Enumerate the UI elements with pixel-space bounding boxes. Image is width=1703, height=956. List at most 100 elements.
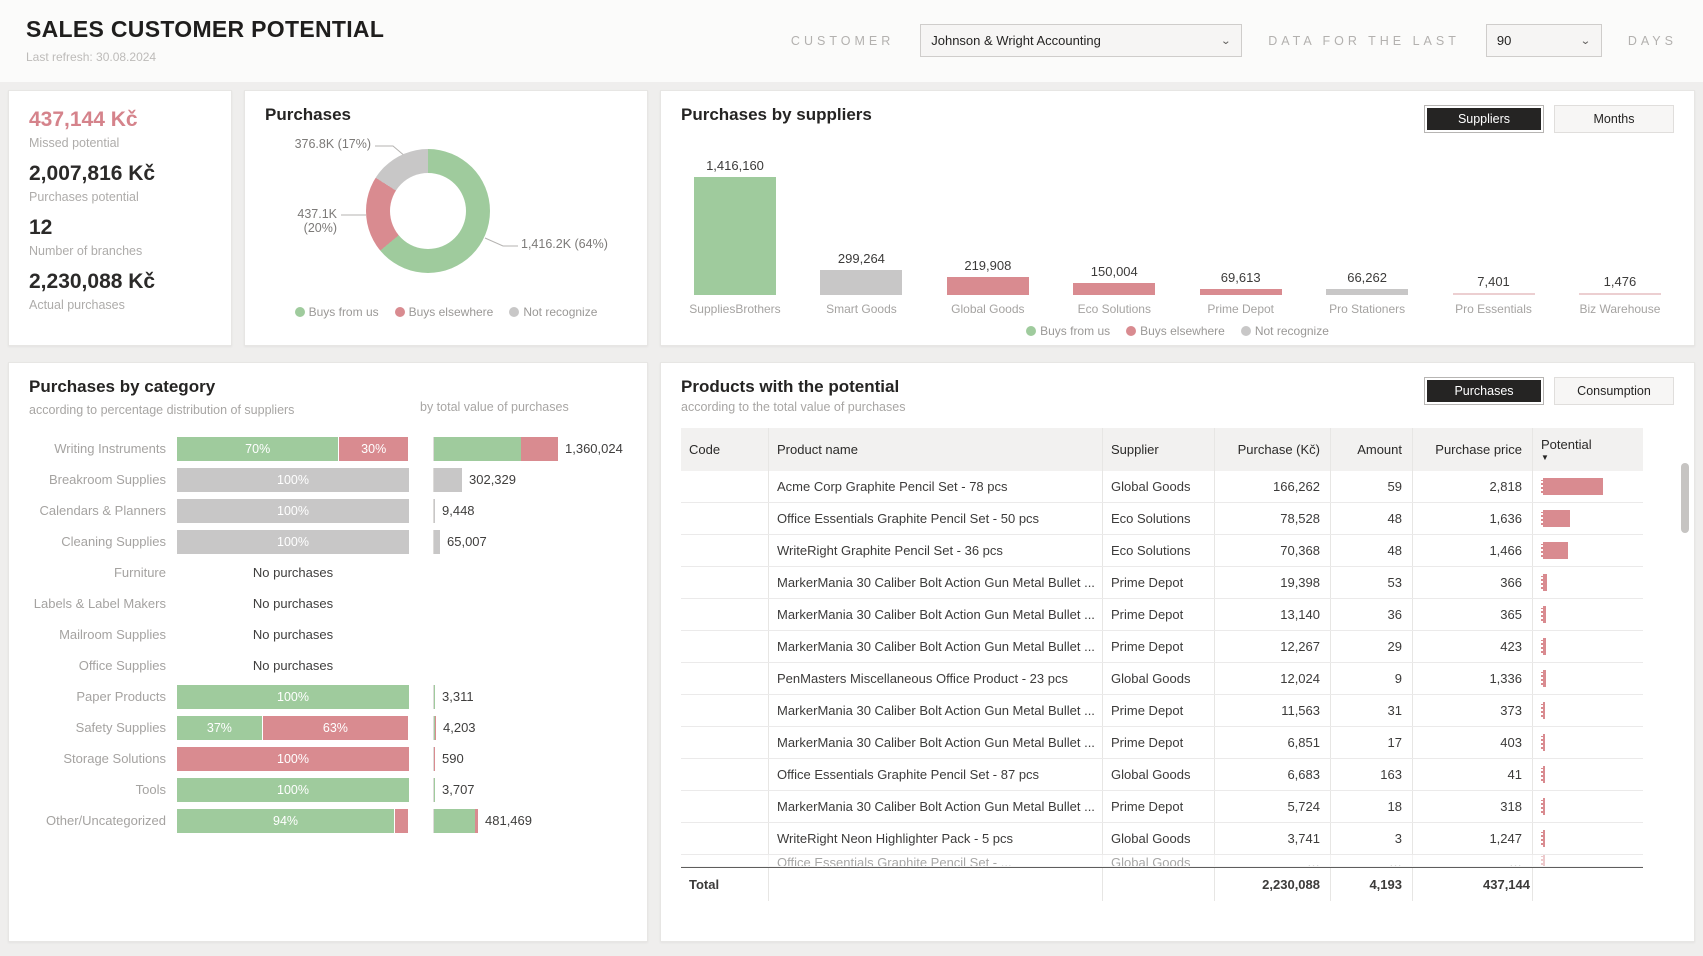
value-bar-segment-gray[interactable] bbox=[434, 499, 435, 523]
column-header-product-name[interactable]: Product name bbox=[769, 428, 1103, 471]
purchase-cell: 13,140 bbox=[1215, 599, 1331, 630]
column-header-supplier[interactable]: Supplier bbox=[1103, 428, 1215, 471]
column-header-amount[interactable]: Amount bbox=[1331, 428, 1413, 471]
percent-segment-gray[interactable]: 100% bbox=[177, 530, 409, 554]
column-header-potential[interactable]: Potential▼ bbox=[1533, 428, 1643, 471]
value-bar-segment-red[interactable] bbox=[434, 747, 435, 771]
potential-bar[interactable] bbox=[1541, 855, 1545, 867]
potential-bar[interactable] bbox=[1541, 574, 1547, 591]
percent-segment-green[interactable]: 100% bbox=[177, 685, 409, 709]
product-name-cell: Office Essentials Graphite Pencil Set - … bbox=[769, 759, 1103, 790]
value-bar-segment-green[interactable] bbox=[434, 809, 475, 833]
price-cell: 41 bbox=[1413, 759, 1533, 790]
legend-label: Buys from us bbox=[309, 305, 379, 319]
products-table-row[interactable]: MarkerMania 30 Caliber Bolt Action Gun M… bbox=[681, 631, 1643, 663]
product-name-cell: MarkerMania 30 Caliber Bolt Action Gun M… bbox=[769, 727, 1103, 758]
products-table-row[interactable]: Acme Corp Graphite Pencil Set - 78 pcsGl… bbox=[681, 471, 1643, 503]
supplier-bar-prime-depot[interactable] bbox=[1200, 289, 1282, 295]
products-table-row[interactable]: Office Essentials Graphite Pencil Set - … bbox=[681, 503, 1643, 535]
products-table-row-clipped[interactable]: Office Essentials Graphite Pencil Set - … bbox=[681, 855, 1643, 867]
legend-item-buys-from-us[interactable]: Buys from us bbox=[295, 305, 379, 319]
column-header-code[interactable]: Code bbox=[681, 428, 769, 471]
products-scrollbar-track[interactable] bbox=[1681, 459, 1689, 923]
value-bar-segment-green[interactable] bbox=[434, 778, 435, 802]
category-label: Calendars & Planners bbox=[29, 503, 177, 518]
products-scrollbar-thumb[interactable] bbox=[1681, 463, 1689, 533]
potential-bar[interactable] bbox=[1541, 830, 1545, 847]
supplier-bar-smart-goods[interactable] bbox=[820, 270, 902, 295]
products-table-row[interactable]: Office Essentials Graphite Pencil Set - … bbox=[681, 759, 1643, 791]
category-percent-bar: 100% bbox=[177, 747, 409, 771]
suppliers-toggle-button-months[interactable]: Months bbox=[1554, 105, 1674, 133]
purchases-donut-chart[interactable] bbox=[366, 149, 490, 273]
potential-bar[interactable] bbox=[1541, 542, 1568, 559]
amount-cell: 53 bbox=[1331, 567, 1413, 598]
percent-segment-gray[interactable]: 100% bbox=[177, 499, 409, 523]
value-bar-segment-green[interactable] bbox=[434, 685, 435, 709]
potential-cell bbox=[1533, 567, 1643, 598]
supplier-bar-pro-stationers[interactable] bbox=[1326, 289, 1408, 295]
suppliers-legend: Buys from us Buys elsewhere Not recognize bbox=[681, 324, 1674, 338]
percent-segment-red[interactable]: 100% bbox=[177, 747, 409, 771]
column-header-purchase-k-[interactable]: Purchase (Kč) bbox=[1215, 428, 1331, 471]
legend-item-buys-from-us[interactable]: Buys from us bbox=[1026, 324, 1110, 338]
value-bar-segment-gray[interactable] bbox=[434, 530, 440, 554]
product-name-cell: MarkerMania 30 Caliber Bolt Action Gun M… bbox=[769, 695, 1103, 726]
supplier-bar-global-goods[interactable] bbox=[947, 277, 1029, 295]
supplier-bar-biz-warehouse[interactable] bbox=[1579, 293, 1661, 295]
amount-cell: 29 bbox=[1331, 631, 1413, 662]
percent-segment-red[interactable]: 63% bbox=[263, 716, 408, 740]
products-toggle-button-purchases[interactable]: Purchases bbox=[1424, 377, 1544, 405]
product-name-cell: Office Essentials Graphite Pencil Set - … bbox=[769, 855, 1103, 867]
potential-bar[interactable] bbox=[1541, 478, 1603, 495]
value-bar-segment-green[interactable] bbox=[434, 437, 521, 461]
legend-item-not-recognize[interactable]: Not recognize bbox=[509, 305, 597, 319]
potential-bar[interactable] bbox=[1541, 510, 1570, 527]
suppliers-card: Purchases by suppliers SuppliersMonths 1… bbox=[660, 90, 1695, 346]
column-header-purchase-price[interactable]: Purchase price bbox=[1413, 428, 1533, 471]
products-table-row[interactable]: MarkerMania 30 Caliber Bolt Action Gun M… bbox=[681, 791, 1643, 823]
category-value-label: 1,360,024 bbox=[565, 441, 623, 456]
price-cell: 373 bbox=[1413, 695, 1533, 726]
legend-item-not-recognize[interactable]: Not recognize bbox=[1241, 324, 1329, 338]
products-table-row[interactable]: WriteRight Neon Highlighter Pack - 5 pcs… bbox=[681, 823, 1643, 855]
percent-segment-red[interactable] bbox=[395, 809, 408, 833]
percent-segment-gray[interactable]: 100% bbox=[177, 468, 409, 492]
supplier-bar-suppliesbrothers[interactable] bbox=[694, 177, 776, 295]
percent-segment-red[interactable]: 30% bbox=[339, 437, 408, 461]
percent-segment-green[interactable]: 70% bbox=[177, 437, 338, 461]
potential-bar[interactable] bbox=[1541, 702, 1545, 719]
value-bar-segment-red[interactable] bbox=[521, 437, 558, 461]
products-table-row[interactable]: MarkerMania 30 Caliber Bolt Action Gun M… bbox=[681, 695, 1643, 727]
potential-bar[interactable] bbox=[1541, 638, 1546, 655]
supplier-bar-label: Eco Solutions bbox=[1078, 302, 1151, 316]
value-bar-segment-red[interactable] bbox=[475, 809, 478, 833]
potential-bar[interactable] bbox=[1541, 766, 1545, 783]
value-bar-segment-gray[interactable] bbox=[434, 468, 462, 492]
products-table-row[interactable]: MarkerMania 30 Caliber Bolt Action Gun M… bbox=[681, 599, 1643, 631]
products-toggle-button-consumption[interactable]: Consumption bbox=[1554, 377, 1674, 405]
potential-bar[interactable] bbox=[1541, 734, 1545, 751]
potential-bar[interactable] bbox=[1541, 670, 1546, 687]
suppliers-toggle-button-suppliers[interactable]: Suppliers bbox=[1424, 105, 1544, 133]
legend-item-buys-elsewhere[interactable]: Buys elsewhere bbox=[1126, 324, 1225, 338]
purchase-cell: 6,851 bbox=[1215, 727, 1331, 758]
products-table-row[interactable]: PenMasters Miscellaneous Office Product … bbox=[681, 663, 1643, 695]
value-bar-segment-red[interactable] bbox=[435, 716, 436, 740]
percent-segment-green[interactable]: 37% bbox=[177, 716, 262, 740]
legend-item-buys-elsewhere[interactable]: Buys elsewhere bbox=[395, 305, 494, 319]
supplier-bar-pro-essentials[interactable] bbox=[1453, 293, 1535, 295]
customer-dropdown[interactable]: Johnson & Wright Accounting ⌄ bbox=[920, 24, 1242, 57]
potential-bar[interactable] bbox=[1541, 798, 1545, 815]
dashboard-header: SALES CUSTOMER POTENTIAL Last refresh: 3… bbox=[0, 0, 1703, 82]
supplier-bar-eco-solutions[interactable] bbox=[1073, 283, 1155, 295]
total-amount-cell: 4,193 bbox=[1331, 868, 1413, 901]
days-dropdown[interactable]: 90 ⌄ bbox=[1486, 24, 1602, 57]
kpi-value: 12 bbox=[29, 215, 211, 241]
products-table-row[interactable]: MarkerMania 30 Caliber Bolt Action Gun M… bbox=[681, 727, 1643, 759]
potential-bar[interactable] bbox=[1541, 606, 1546, 623]
products-table-row[interactable]: MarkerMania 30 Caliber Bolt Action Gun M… bbox=[681, 567, 1643, 599]
percent-segment-green[interactable]: 94% bbox=[177, 809, 394, 833]
products-table-row[interactable]: WriteRight Graphite Pencil Set - 36 pcsE… bbox=[681, 535, 1643, 567]
percent-segment-green[interactable]: 100% bbox=[177, 778, 409, 802]
